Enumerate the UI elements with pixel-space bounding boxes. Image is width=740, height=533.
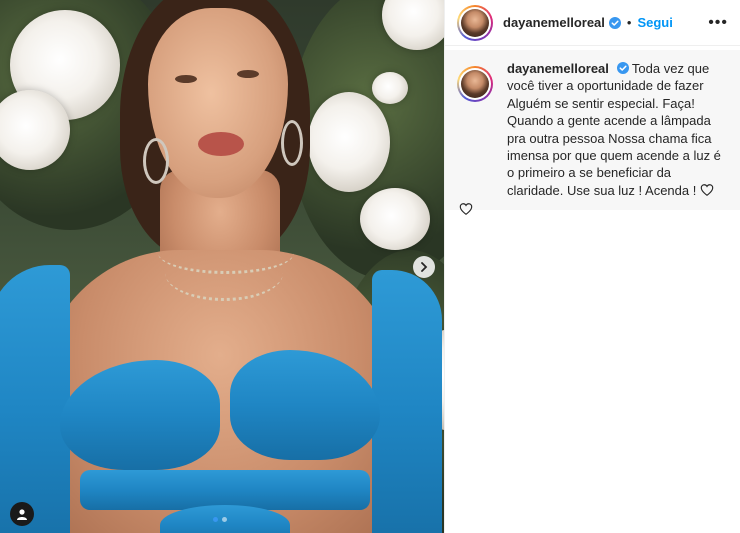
heart-icon[interactable] xyxy=(459,202,473,216)
verified-badge-icon xyxy=(616,62,629,74)
rose xyxy=(360,188,430,250)
carousel-dot xyxy=(222,517,227,522)
carousel-dot-active xyxy=(213,517,218,522)
earring xyxy=(143,138,169,184)
avatar[interactable] xyxy=(457,4,493,41)
eye xyxy=(237,70,259,78)
more-options-button[interactable]: ••• xyxy=(708,14,728,32)
caption-text: Toda vez que você tiver a oportunidade d… xyxy=(507,61,721,198)
header-username[interactable]: dayanemelloreal xyxy=(503,15,605,30)
user-tag-icon xyxy=(17,509,27,520)
avatar-image xyxy=(461,70,489,98)
post-image[interactable] xyxy=(0,0,444,533)
verified-badge-icon xyxy=(608,16,621,29)
carousel-indicator xyxy=(213,517,227,522)
post-side-panel: dayanemelloreal • Segui ••• dayanemellor… xyxy=(444,0,740,533)
post-header: dayanemelloreal • Segui ••• xyxy=(445,0,740,46)
blue-top-left-sleeve xyxy=(0,265,70,533)
avatar-image xyxy=(461,8,489,37)
eye xyxy=(175,75,197,83)
tagged-users-button[interactable] xyxy=(10,502,34,526)
blue-top-band xyxy=(80,470,370,510)
blue-top-right-sleeve xyxy=(372,270,442,533)
header-separator: • xyxy=(626,15,632,30)
necklace xyxy=(165,245,283,301)
avatar-border xyxy=(459,68,491,100)
rose xyxy=(372,72,408,104)
lips xyxy=(198,132,244,156)
follow-button[interactable]: Segui xyxy=(637,15,672,30)
caption-comment: dayanemelloreal Toda vez que você tiver … xyxy=(445,50,740,216)
caption-text-block: dayanemelloreal Toda vez que você tiver … xyxy=(459,60,728,216)
avatar[interactable] xyxy=(457,66,493,102)
rose xyxy=(308,92,390,192)
like-row xyxy=(459,201,728,218)
heart-icon[interactable] xyxy=(700,183,714,197)
earring xyxy=(281,120,303,166)
avatar-border xyxy=(459,6,491,39)
carousel-next-button[interactable] xyxy=(413,256,435,278)
caption-username[interactable]: dayanemelloreal xyxy=(507,61,609,76)
chevron-right-icon xyxy=(421,262,428,272)
